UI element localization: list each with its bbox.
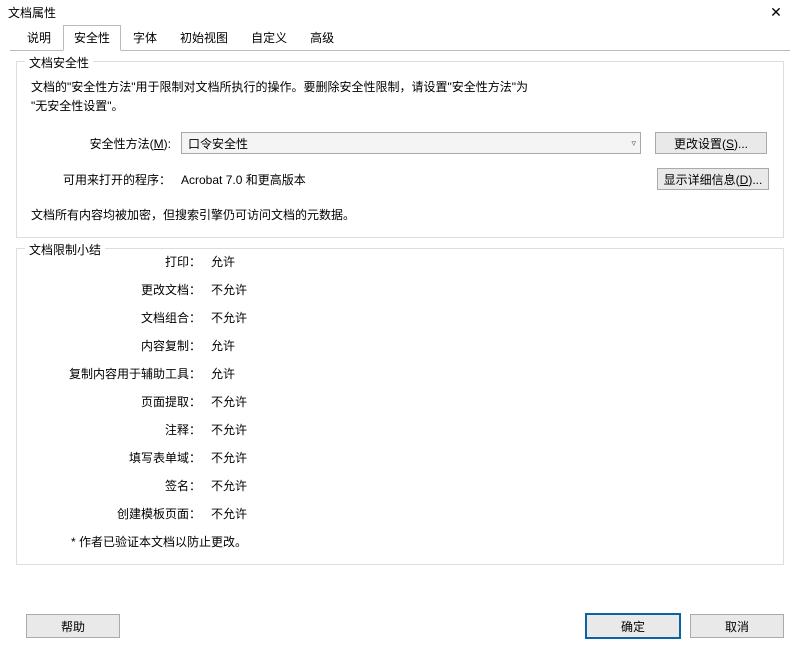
- restriction-value: 不允许: [211, 477, 247, 494]
- restriction-value: 不允许: [211, 281, 247, 298]
- cancel-button[interactable]: 取消: [690, 614, 784, 638]
- restriction-row: 更改文档：不允许: [31, 281, 769, 298]
- tab-custom[interactable]: 自定义: [240, 25, 298, 51]
- help-button[interactable]: 帮助: [26, 614, 120, 638]
- restriction-label: 填写表单域：: [31, 449, 211, 466]
- verify-note: * 作者已验证本文档以防止更改。: [31, 533, 769, 550]
- security-method-value: 口令安全性: [188, 135, 248, 152]
- opener-row: 可用来打开的程序： Acrobat 7.0 和更高版本 显示详细信息(D)...: [31, 168, 769, 190]
- restriction-label: 复制内容用于辅助工具：: [31, 365, 211, 382]
- restriction-label: 签名：: [31, 477, 211, 494]
- security-method-label: 安全性方法(M):: [31, 135, 181, 152]
- restriction-row: 页面提取：不允许: [31, 393, 769, 410]
- security-method-row: 安全性方法(M): 口令安全性 ▿ 更改设置(S)...: [31, 132, 769, 154]
- security-description: 文档的"安全性方法"用于限制对文档所执行的操作。要删除安全性限制，请设置"安全性…: [31, 78, 769, 116]
- security-desc-line2: "无安全性设置"。: [31, 99, 124, 113]
- restriction-value: 不允许: [211, 393, 247, 410]
- tab-security[interactable]: 安全性: [63, 25, 121, 51]
- restrictions-group: 文档限制小结 打印：允许更改文档：不允许文档组合：不允许内容复制：允许复制内容用…: [16, 248, 784, 565]
- restriction-label: 更改文档：: [31, 281, 211, 298]
- opener-value: Acrobat 7.0 和更高版本: [181, 171, 306, 188]
- restrictions-legend: 文档限制小结: [25, 241, 105, 258]
- button-bar: 帮助 确定 取消: [0, 614, 800, 638]
- restriction-row: 打印：允许: [31, 253, 769, 270]
- restriction-label: 注释：: [31, 421, 211, 438]
- restriction-row: 创建模板页面：不允许: [31, 505, 769, 522]
- tab-initial-view[interactable]: 初始视图: [169, 25, 239, 51]
- opener-label: 可用来打开的程序：: [31, 171, 181, 188]
- doc-security-legend: 文档安全性: [25, 54, 93, 71]
- encryption-note: 文档所有内容均被加密，但搜索引擎仍可访问文档的元数据。: [31, 206, 769, 223]
- window-title: 文档属性: [8, 4, 56, 21]
- change-settings-button[interactable]: 更改设置(S)...: [655, 132, 767, 154]
- restriction-value: 不允许: [211, 309, 247, 326]
- restriction-row: 内容复制：允许: [31, 337, 769, 354]
- tab-description[interactable]: 说明: [16, 25, 62, 51]
- restriction-row: 签名：不允许: [31, 477, 769, 494]
- security-method-select[interactable]: 口令安全性 ▿: [181, 132, 641, 154]
- restriction-value: 允许: [211, 365, 235, 382]
- restriction-row: 复制内容用于辅助工具：允许: [31, 365, 769, 382]
- restriction-value: 允许: [211, 337, 235, 354]
- tabstrip: 说明 安全性 字体 初始视图 自定义 高级: [10, 24, 790, 51]
- ok-button[interactable]: 确定: [586, 614, 680, 638]
- show-details-button[interactable]: 显示详细信息(D)...: [657, 168, 769, 190]
- restriction-row: 文档组合：不允许: [31, 309, 769, 326]
- restriction-value: 不允许: [211, 449, 247, 466]
- restriction-value: 允许: [211, 253, 235, 270]
- restriction-value: 不允许: [211, 421, 247, 438]
- restriction-label: 文档组合：: [31, 309, 211, 326]
- content-area: 文档安全性 文档的"安全性方法"用于限制对文档所执行的操作。要删除安全性限制，请…: [0, 51, 800, 579]
- close-icon[interactable]: ✕: [760, 4, 792, 21]
- restriction-value: 不允许: [211, 505, 247, 522]
- chevron-down-icon: ▿: [631, 138, 636, 149]
- tab-advanced[interactable]: 高级: [299, 25, 345, 51]
- restriction-row: 填写表单域：不允许: [31, 449, 769, 466]
- doc-security-group: 文档安全性 文档的"安全性方法"用于限制对文档所执行的操作。要删除安全性限制，请…: [16, 61, 784, 238]
- restriction-label: 创建模板页面：: [31, 505, 211, 522]
- titlebar: 文档属性 ✕: [0, 0, 800, 24]
- tab-fonts[interactable]: 字体: [122, 25, 168, 51]
- restriction-label: 页面提取：: [31, 393, 211, 410]
- restriction-row: 注释：不允许: [31, 421, 769, 438]
- security-desc-line1: 文档的"安全性方法"用于限制对文档所执行的操作。要删除安全性限制，请设置"安全性…: [31, 80, 528, 94]
- restriction-label: 内容复制：: [31, 337, 211, 354]
